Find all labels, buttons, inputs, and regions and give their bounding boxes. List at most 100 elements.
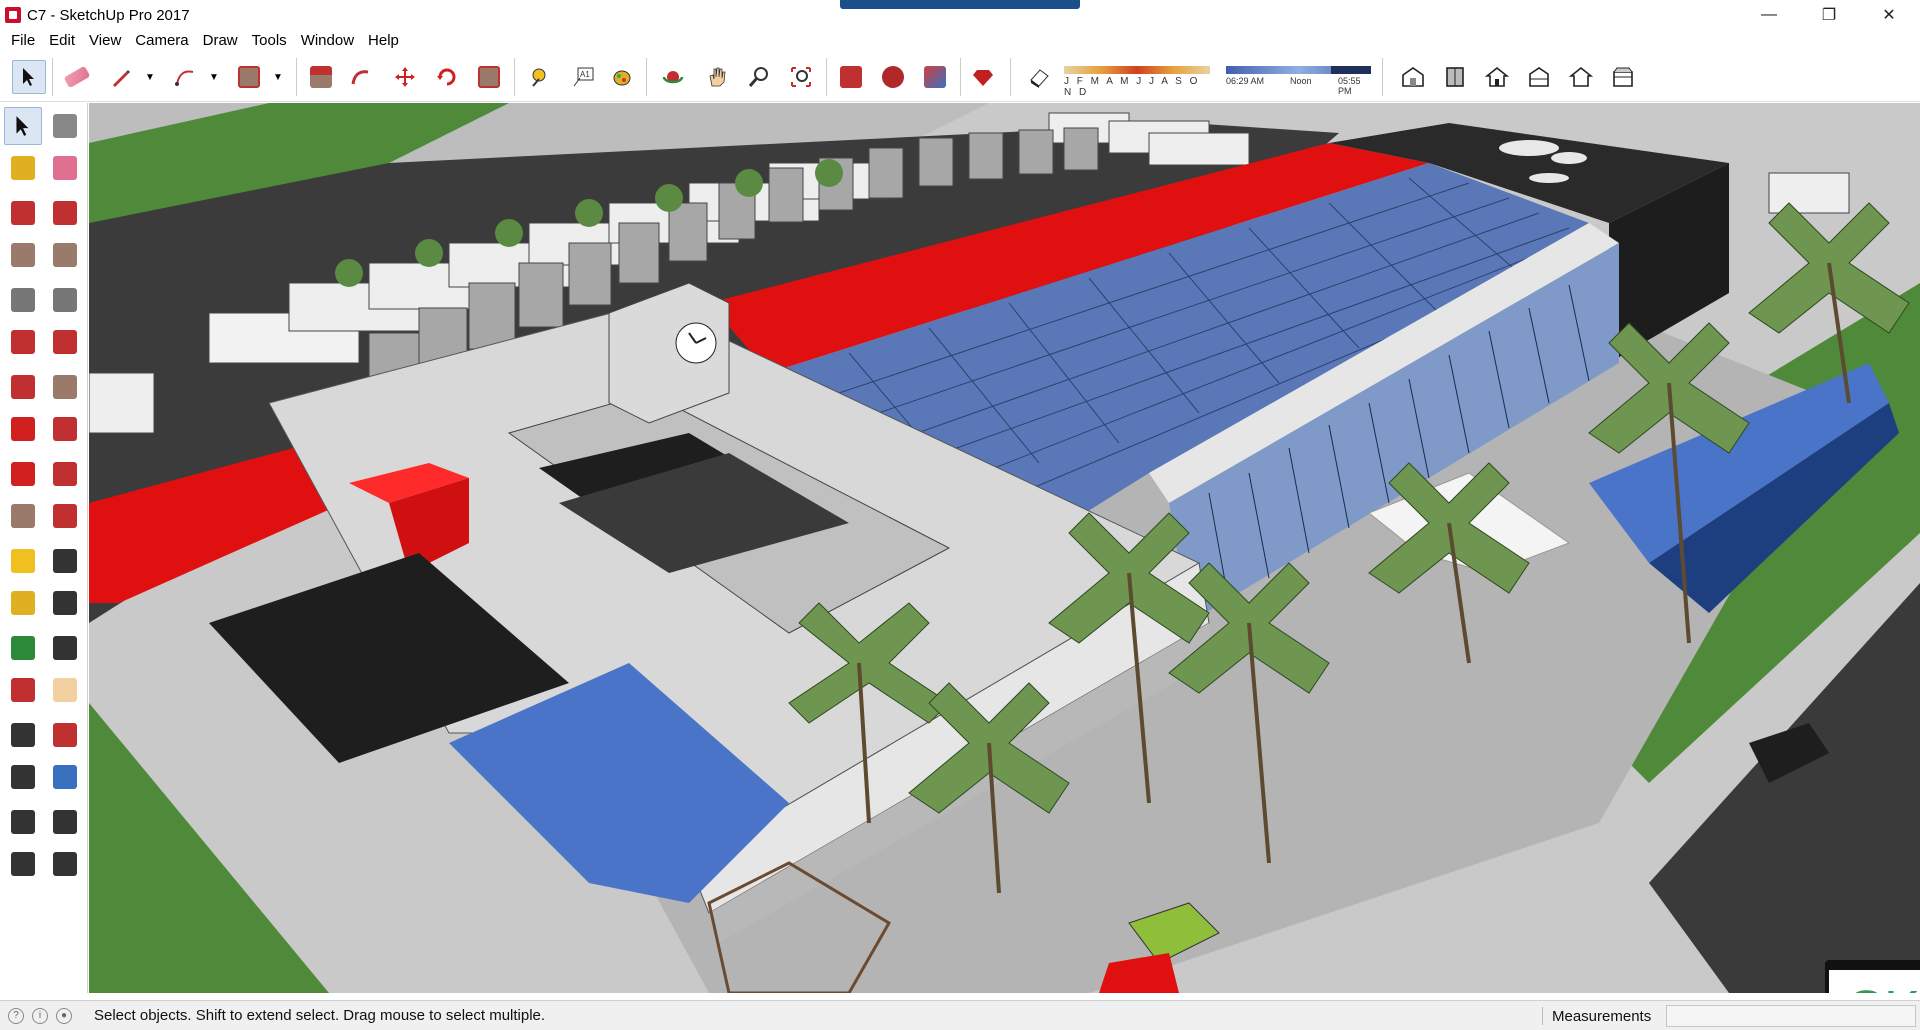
- zoom-extents-button[interactable]: [784, 60, 818, 94]
- eraser-tool-button[interactable]: [60, 60, 94, 94]
- paint-bucket-icon: [11, 155, 35, 180]
- menu-draw[interactable]: Draw: [196, 30, 245, 52]
- zoom-window-tool-button[interactable]: [46, 716, 84, 754]
- axes-tool-button[interactable]: [4, 629, 42, 667]
- rectangle-tool-button[interactable]: [232, 60, 266, 94]
- left-view-button[interactable]: [1606, 60, 1640, 94]
- arc-tool-button[interactable]: [4, 323, 42, 361]
- iso-view-button[interactable]: [1396, 60, 1430, 94]
- look-around-tool-button[interactable]: [46, 803, 84, 841]
- drawing-viewport[interactable]: SKP: [89, 103, 1920, 993]
- protractor-tool-button[interactable]: [4, 584, 42, 622]
- shadows-toggle-button[interactable]: [1022, 60, 1056, 94]
- look-around-icon: [53, 810, 77, 834]
- shadow-time-slider[interactable]: 06:29 AM Noon 05:55 PM: [1226, 66, 1376, 96]
- move-button[interactable]: [388, 60, 422, 94]
- minimize-button[interactable]: —: [1746, 0, 1792, 30]
- section-plane-tool-button[interactable]: [46, 845, 84, 883]
- maximize-button[interactable]: ❐: [1806, 0, 1852, 30]
- menu-file[interactable]: File: [4, 30, 42, 52]
- protractor-icon: [11, 590, 35, 615]
- front-view-button[interactable]: [1480, 60, 1514, 94]
- rotated-rectangle-tool-button[interactable]: [46, 236, 84, 274]
- measurements-input[interactable]: [1666, 1005, 1916, 1027]
- menu-camera[interactable]: Camera: [128, 30, 195, 52]
- user-account-icon[interactable]: ●: [56, 1007, 72, 1024]
- tape-measure-button[interactable]: [522, 60, 556, 94]
- orbit-button[interactable]: [656, 60, 690, 94]
- text-button[interactable]: A1: [566, 60, 600, 94]
- back-view-icon: [1569, 66, 1593, 87]
- menu-help[interactable]: Help: [361, 30, 406, 52]
- arc-tool-button[interactable]: [168, 60, 202, 94]
- pencil-dropdown[interactable]: ▼: [140, 60, 160, 94]
- menu-edit[interactable]: Edit: [42, 30, 82, 52]
- title-bar: C7 - SketchUp Pro 2017 — ❐ ✕: [0, 0, 1920, 30]
- skp-logo-badge: SKP: [1825, 960, 1920, 993]
- extension-warehouse-button[interactable]: [876, 60, 910, 94]
- freehand-tool-button[interactable]: [46, 194, 84, 232]
- ruby-console-button[interactable]: [966, 60, 1000, 94]
- 2pt-arc-tool-button[interactable]: [46, 323, 84, 361]
- polygon-tool-button[interactable]: [46, 281, 84, 319]
- right-view-button[interactable]: [1522, 60, 1556, 94]
- line-tool-button[interactable]: [4, 194, 42, 232]
- menu-view[interactable]: View: [82, 30, 128, 52]
- rotate-button[interactable]: [430, 60, 464, 94]
- dimension-icon: [53, 549, 77, 573]
- credits-icon[interactable]: i: [32, 1007, 48, 1024]
- 3pt-arc-tool-button[interactable]: [4, 368, 42, 406]
- push-pull-button[interactable]: [304, 60, 338, 94]
- menu-window[interactable]: Window: [294, 30, 361, 52]
- scale-tool-button[interactable]: [4, 497, 42, 535]
- tape-measure-tool-button[interactable]: [4, 542, 42, 580]
- close-button[interactable]: ✕: [1866, 0, 1912, 30]
- zoom-icon: [11, 723, 35, 747]
- shadow-date-slider[interactable]: J F M A M J J A S O N D: [1064, 66, 1214, 98]
- text-tool-button[interactable]: [46, 584, 84, 622]
- 3d-warehouse-button[interactable]: [834, 60, 868, 94]
- scale-button[interactable]: [472, 60, 506, 94]
- pan-button[interactable]: [700, 60, 734, 94]
- paint-bucket-button[interactable]: [604, 60, 638, 94]
- position-camera-tool-button[interactable]: [4, 803, 42, 841]
- top-view-button[interactable]: [1438, 60, 1472, 94]
- circle-icon: [11, 288, 35, 312]
- layout-button[interactable]: [918, 60, 952, 94]
- previous-view-tool-button[interactable]: [46, 758, 84, 796]
- extension-warehouse-icon: [882, 66, 904, 88]
- geo-location-icon[interactable]: ?: [8, 1007, 24, 1024]
- rectangle-tool-button[interactable]: [4, 236, 42, 274]
- follow-me-tool-button[interactable]: [46, 455, 84, 493]
- pie-tool-button[interactable]: [46, 368, 84, 406]
- paint-bucket-tool-button[interactable]: [4, 149, 42, 187]
- walk-icon: [11, 851, 35, 876]
- back-view-button[interactable]: [1564, 60, 1598, 94]
- ruby-icon: [973, 70, 993, 86]
- rotate-tool-button[interactable]: [4, 455, 42, 493]
- eraser-tool-button[interactable]: [46, 149, 84, 187]
- dimension-tool-button[interactable]: [46, 542, 84, 580]
- offset-tool-button[interactable]: [46, 497, 84, 535]
- orbit-tool-button[interactable]: [4, 671, 42, 709]
- follow-me-button[interactable]: [344, 60, 378, 94]
- pan-tool-button[interactable]: [46, 671, 84, 709]
- make-component-tool-button[interactable]: [46, 107, 84, 145]
- zoom-button[interactable]: [742, 60, 776, 94]
- shadow-time-strip: [1226, 66, 1371, 74]
- select-tool-button[interactable]: [12, 60, 46, 94]
- circle-tool-button[interactable]: [4, 281, 42, 319]
- menu-tools[interactable]: Tools: [245, 30, 294, 52]
- arc-dropdown[interactable]: ▼: [204, 60, 224, 94]
- walk-tool-button[interactable]: [4, 845, 42, 883]
- 3d-text-tool-button[interactable]: [46, 629, 84, 667]
- shadows-toggle-icon: [1030, 69, 1049, 88]
- 3d-warehouse-icon: [840, 66, 862, 88]
- push-pull-tool-button[interactable]: [46, 410, 84, 448]
- zoom-extents-tool-button[interactable]: [4, 758, 42, 796]
- pencil-tool-button[interactable]: [104, 60, 138, 94]
- select-tool-button[interactable]: [4, 107, 42, 145]
- rectangle-dropdown[interactable]: ▼: [268, 60, 288, 94]
- move-tool-button[interactable]: [4, 410, 42, 448]
- zoom-tool-button[interactable]: [4, 716, 42, 754]
